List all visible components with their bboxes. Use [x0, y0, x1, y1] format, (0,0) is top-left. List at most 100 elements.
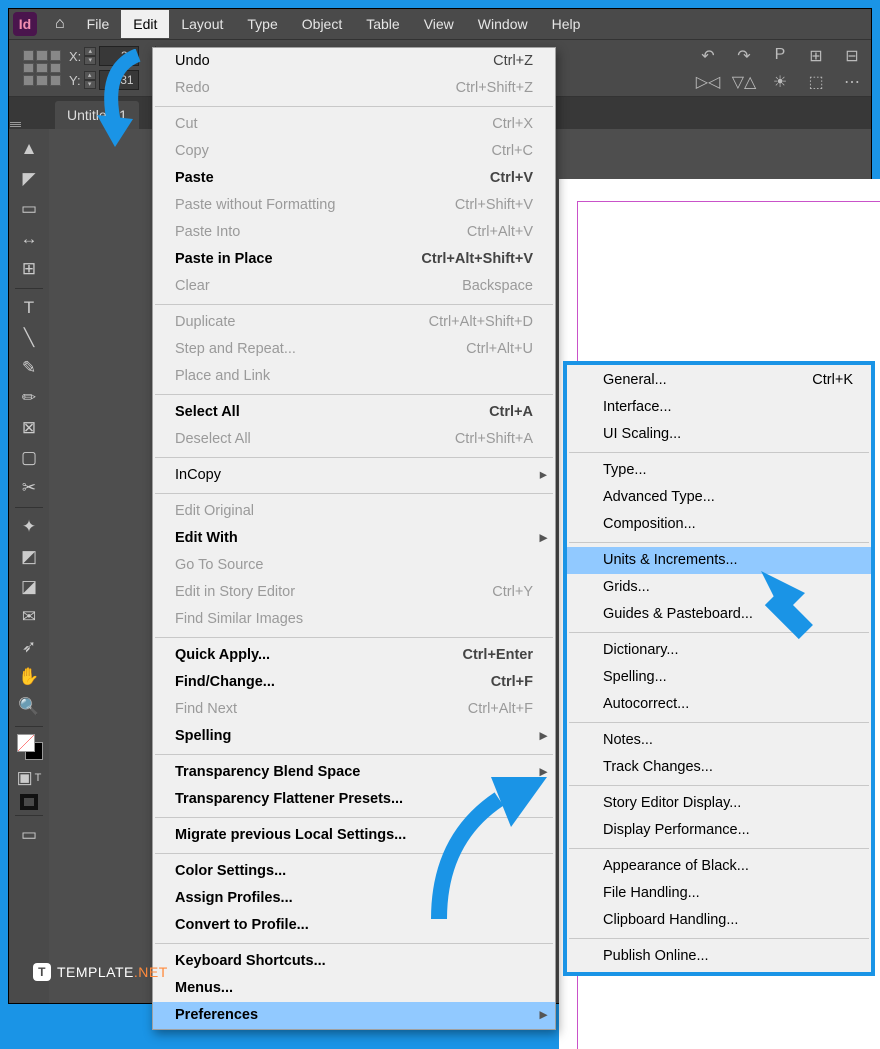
- menubar-item-window[interactable]: Window: [466, 10, 540, 38]
- prefs-item-track-changes[interactable]: Track Changes...: [567, 754, 871, 781]
- distribute-v-icon[interactable]: ⊟: [839, 46, 865, 68]
- menu-item-incopy[interactable]: InCopy: [153, 462, 555, 489]
- menu-item-paste-in-place[interactable]: Paste in PlaceCtrl+Alt+Shift+V: [153, 246, 555, 273]
- menu-item-label: Migrate previous Local Settings...: [175, 825, 406, 846]
- note-tool[interactable]: ✉: [15, 603, 43, 631]
- prefs-item-story-editor-display[interactable]: Story Editor Display...: [567, 790, 871, 817]
- pencil-tool[interactable]: ✏: [15, 384, 43, 412]
- menu-item-find-change[interactable]: Find/Change...Ctrl+F: [153, 669, 555, 696]
- menubar-item-file[interactable]: File: [75, 10, 122, 38]
- menu-item-find-next: Find NextCtrl+Alt+F: [153, 696, 555, 723]
- prefs-item-file-handling[interactable]: File Handling...: [567, 880, 871, 907]
- rectangle-frame-tool[interactable]: ⊠: [15, 414, 43, 442]
- menu-item-menus[interactable]: Menus...: [153, 975, 555, 1002]
- menu-item-select-all[interactable]: Select AllCtrl+A: [153, 399, 555, 426]
- prefs-item-type[interactable]: Type...: [567, 457, 871, 484]
- prefs-item-notes[interactable]: Notes...: [567, 727, 871, 754]
- direct-selection-tool[interactable]: ◤: [15, 165, 43, 193]
- screen-mode-icon[interactable]: ▭: [15, 821, 43, 849]
- gradient-swatch-tool[interactable]: ◩: [15, 543, 43, 571]
- pen-tool[interactable]: ✎: [15, 354, 43, 382]
- menubar-item-type[interactable]: Type: [235, 10, 289, 38]
- menubar-item-object[interactable]: Object: [290, 10, 354, 38]
- menu-item-undo[interactable]: UndoCtrl+Z: [153, 48, 555, 75]
- prefs-item-advanced-type[interactable]: Advanced Type...: [567, 484, 871, 511]
- gradient-feather-tool[interactable]: ◪: [15, 573, 43, 601]
- more-icon[interactable]: ⋯: [839, 72, 865, 94]
- paragraph-icon[interactable]: P: [767, 46, 793, 68]
- fill-stroke-swatch[interactable]: [15, 732, 43, 762]
- menubar-item-table[interactable]: Table: [354, 10, 411, 38]
- prefs-item-ui-scaling[interactable]: UI Scaling...: [567, 421, 871, 448]
- menu-separator: [569, 722, 869, 723]
- prefs-item-spelling[interactable]: Spelling...: [567, 664, 871, 691]
- gap-tool[interactable]: ↔: [15, 225, 43, 253]
- annotation-arrow-icon: [83, 49, 163, 149]
- hand-tool[interactable]: ✋: [15, 663, 43, 691]
- menu-item-paste[interactable]: PasteCtrl+V: [153, 165, 555, 192]
- prefs-item-autocorrect[interactable]: Autocorrect...: [567, 691, 871, 718]
- menu-item-cut: CutCtrl+X: [153, 111, 555, 138]
- menu-item-edit-with[interactable]: Edit With: [153, 525, 555, 552]
- rotate-ccw-icon[interactable]: ↶: [695, 46, 721, 68]
- menu-item-spelling[interactable]: Spelling: [153, 723, 555, 750]
- menu-item-preferences[interactable]: Preferences: [153, 1002, 555, 1029]
- flip-h-icon[interactable]: ▷◁: [695, 72, 721, 94]
- apply-color-icon[interactable]: [20, 794, 38, 810]
- distribute-h-icon[interactable]: ⊞: [803, 46, 829, 68]
- rotate-cw-icon[interactable]: ↷: [731, 46, 757, 68]
- type-tool[interactable]: T: [15, 294, 43, 322]
- menu-item-shortcut: Ctrl+A: [489, 402, 533, 423]
- line-tool[interactable]: ╲: [15, 324, 43, 352]
- menu-item-label: Display Performance...: [603, 820, 750, 841]
- flip-v-icon[interactable]: ▽△: [731, 72, 757, 94]
- menu-item-shortcut: Ctrl+Shift+A: [455, 429, 533, 450]
- prefs-item-units-increments[interactable]: Units & Increments...: [567, 547, 871, 574]
- prefs-item-general[interactable]: General...Ctrl+K: [567, 367, 871, 394]
- home-icon[interactable]: ⌂: [55, 15, 65, 33]
- control-icons: ↶ ↷ P ⊞ ⊟ ▷◁ ▽△ ☀ ⬚ ⋯: [695, 46, 865, 94]
- menu-item-paste-into: Paste IntoCtrl+Alt+V: [153, 219, 555, 246]
- content-collector-tool[interactable]: ⊞: [15, 255, 43, 283]
- corner-icon[interactable]: ⬚: [803, 72, 829, 94]
- menu-item-keyboard-shortcuts[interactable]: Keyboard Shortcuts...: [153, 948, 555, 975]
- menu-item-shortcut: Ctrl+Shift+Z: [456, 78, 533, 99]
- prefs-item-appearance-of-black[interactable]: Appearance of Black...: [567, 853, 871, 880]
- menu-item-quick-apply[interactable]: Quick Apply...Ctrl+Enter: [153, 642, 555, 669]
- annotation-arrow-icon: [429, 769, 559, 929]
- menubar-item-view[interactable]: View: [412, 10, 466, 38]
- menu-item-label: Deselect All: [175, 429, 251, 450]
- free-transform-tool[interactable]: ✦: [15, 513, 43, 541]
- fx-icon[interactable]: ☀: [767, 72, 793, 94]
- menubar-item-help[interactable]: Help: [540, 10, 593, 38]
- eyedropper-tool[interactable]: ➶: [15, 633, 43, 661]
- menu-item-label: Find/Change...: [175, 672, 275, 693]
- prefs-item-composition[interactable]: Composition...: [567, 511, 871, 538]
- menu-item-label: Paste Into: [175, 222, 240, 243]
- menu-separator: [569, 542, 869, 543]
- panel-handle-icon[interactable]: [9, 121, 22, 128]
- menu-separator: [569, 452, 869, 453]
- menu-item-shortcut: Ctrl+K: [812, 370, 853, 391]
- menu-item-label: Duplicate: [175, 312, 235, 333]
- rectangle-tool[interactable]: ▢: [15, 444, 43, 472]
- menu-item-place-and-link: Place and Link: [153, 363, 555, 390]
- prefs-item-display-performance[interactable]: Display Performance...: [567, 817, 871, 844]
- prefs-item-publish-online[interactable]: Publish Online...: [567, 943, 871, 970]
- format-container-icon[interactable]: ▣ T: [15, 764, 43, 792]
- reference-point-grid[interactable]: [23, 50, 61, 86]
- prefs-item-dictionary[interactable]: Dictionary...: [567, 637, 871, 664]
- tool-separator: [15, 726, 43, 727]
- menu-item-find-similar-images: Find Similar Images: [153, 606, 555, 633]
- menu-item-label: Spelling...: [603, 667, 667, 688]
- menubar-item-edit[interactable]: Edit: [121, 10, 169, 38]
- page-tool[interactable]: ▭: [15, 195, 43, 223]
- prefs-item-clipboard-handling[interactable]: Clipboard Handling...: [567, 907, 871, 934]
- menubar-item-layout[interactable]: Layout: [169, 10, 235, 38]
- scissors-tool[interactable]: ✂: [15, 474, 43, 502]
- zoom-tool[interactable]: 🔍: [15, 693, 43, 721]
- prefs-item-interface[interactable]: Interface...: [567, 394, 871, 421]
- menu-item-label: Spelling: [175, 726, 231, 747]
- selection-tool[interactable]: ▲: [15, 135, 43, 163]
- toolbox: ▲ ◤ ▭ ↔ ⊞ T ╲ ✎ ✏ ⊠ ▢ ✂ ✦ ◩ ◪ ✉ ➶ ✋ 🔍 ▣ …: [9, 129, 49, 1003]
